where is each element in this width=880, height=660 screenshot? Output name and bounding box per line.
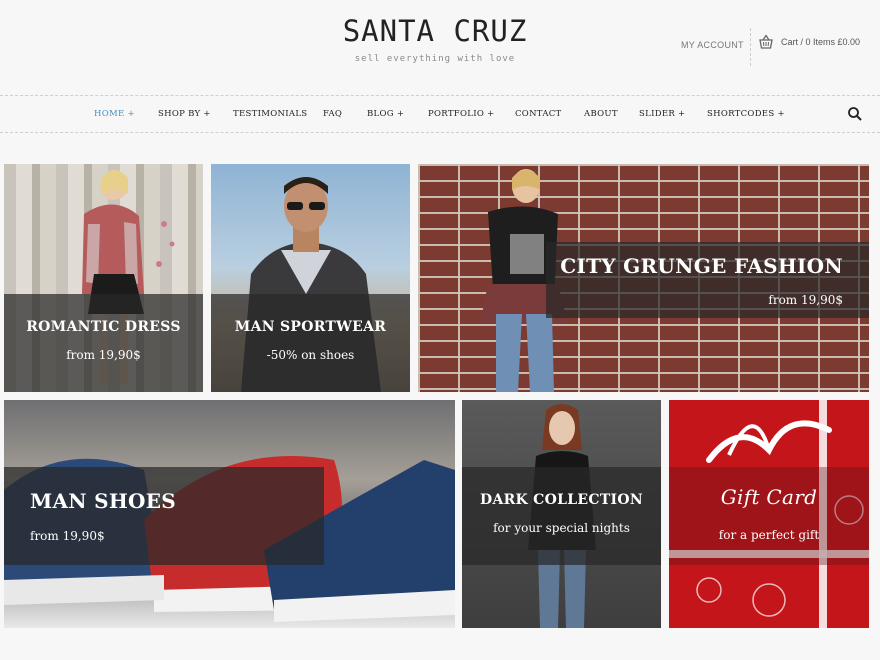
tile-title: ROMANTIC DRESS xyxy=(26,319,181,335)
tile-caption: DARK COLLECTION for your special nights xyxy=(462,467,661,565)
nav-item-slider[interactable]: SLIDER + xyxy=(639,109,685,119)
site-header: SANTA CRUZ sell everything with love MY … xyxy=(0,0,880,95)
nav-item-blog[interactable]: BLOG + xyxy=(367,109,404,119)
tile-subtitle: -50% on shoes xyxy=(266,348,355,362)
promo-tile-man-shoes[interactable]: MAN SHOES from 19,90$ xyxy=(4,400,455,628)
tile-title: MAN SHOES xyxy=(30,489,177,513)
logo-tagline: sell everything with love xyxy=(354,54,516,64)
nav-item-shop-by[interactable]: SHOP BY + xyxy=(158,109,211,119)
nav-item-home[interactable]: HOME + xyxy=(94,109,135,119)
nav-item-faq[interactable]: FAQ xyxy=(323,109,342,119)
tile-caption: CITY GRUNGE FASHION from 19,90$ xyxy=(546,242,869,318)
tile-caption: Gift Card for a perfect gift xyxy=(669,467,869,565)
tile-title: DARK COLLECTION xyxy=(480,492,643,508)
tile-caption: ROMANTIC DRESS from 19,90$ xyxy=(4,294,203,392)
promo-tile-romantic-dress[interactable]: ROMANTIC DRESS from 19,90$ xyxy=(4,164,203,392)
main-nav: HOME + SHOP BY + TESTIMONIALS FAQ BLOG +… xyxy=(0,95,880,133)
header-divider xyxy=(750,28,751,66)
tile-subtitle: for a perfect gift xyxy=(718,528,820,542)
nav-item-portfolio[interactable]: PORTFOLIO + xyxy=(428,109,495,119)
nav-item-shortcodes[interactable]: SHORTCODES + xyxy=(707,109,785,119)
nav-item-about[interactable]: ABOUT xyxy=(584,109,618,119)
tile-caption: MAN SHOES from 19,90$ xyxy=(4,467,324,565)
logo-title: SANTA CRUZ xyxy=(342,14,528,48)
tile-title: MAN SPORTWEAR xyxy=(234,319,387,335)
tile-title: CITY GRUNGE FASHION xyxy=(560,254,843,278)
my-account-link[interactable]: MY ACCOUNT xyxy=(681,40,744,50)
promo-tile-gift-card[interactable]: Gift Card for a perfect gift xyxy=(669,400,869,628)
tile-subtitle: for your special nights xyxy=(493,521,630,535)
tile-subtitle: from 19,90$ xyxy=(768,293,843,307)
tile-subtitle: from 19,90$ xyxy=(66,348,141,362)
search-icon[interactable] xyxy=(847,106,863,122)
nav-item-testimonials[interactable]: TESTIMONIALS xyxy=(233,109,307,119)
cart-summary: Cart / 0 Items £0.00 xyxy=(781,37,861,47)
promo-tile-dark-collection[interactable]: DARK COLLECTION for your special nights xyxy=(462,400,661,628)
promo-tile-city-grunge[interactable]: CITY GRUNGE FASHION from 19,90$ xyxy=(418,164,869,392)
tile-title: Gift Card xyxy=(720,485,818,509)
promo-tile-man-sportwear[interactable]: MAN SPORTWEAR -50% on shoes xyxy=(211,164,410,392)
tile-subtitle: from 19,90$ xyxy=(30,529,105,543)
basket-icon xyxy=(759,34,773,49)
nav-item-contact[interactable]: CONTACT xyxy=(515,109,562,119)
cart-button[interactable]: Cart / 0 Items £0.00 xyxy=(757,33,860,51)
tile-caption: MAN SPORTWEAR -50% on shoes xyxy=(211,294,410,392)
site-logo[interactable]: SANTA CRUZ sell everything with love xyxy=(300,14,570,64)
